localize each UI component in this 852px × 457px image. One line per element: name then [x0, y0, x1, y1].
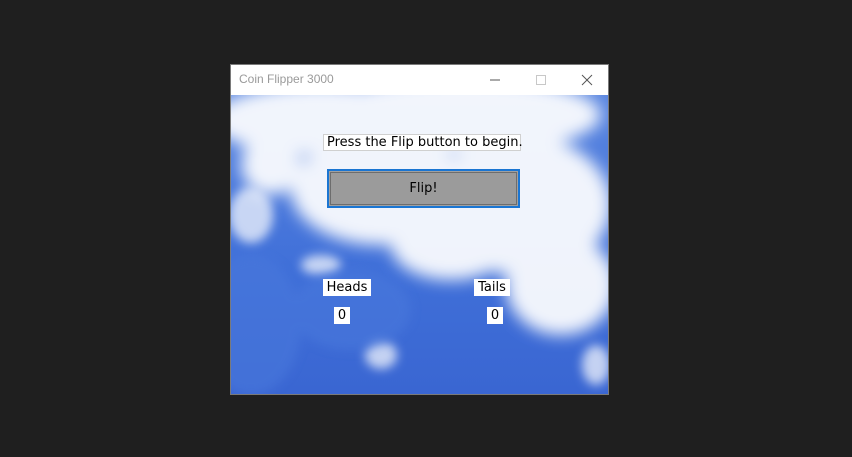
heads-label: Heads: [323, 279, 371, 296]
flip-button-label: Flip!: [330, 172, 517, 205]
heads-count: 0: [334, 307, 350, 324]
tails-label: Tails: [474, 279, 510, 296]
flip-button[interactable]: Flip!: [327, 169, 520, 208]
close-icon: [581, 74, 593, 86]
minimize-icon: [490, 79, 500, 81]
minimize-button[interactable]: [472, 65, 518, 95]
window-title: Coin Flipper 3000: [239, 72, 334, 86]
title-bar[interactable]: Coin Flipper 3000: [231, 65, 608, 95]
tails-count: 0: [487, 307, 503, 324]
maximize-icon: [536, 75, 546, 85]
status-text: Press the Flip button to begin.: [323, 134, 523, 151]
client-area: Press the Flip button to begin. Flip! He…: [231, 95, 608, 394]
close-button[interactable]: [564, 65, 610, 95]
maximize-button[interactable]: [518, 65, 564, 95]
app-window: Coin Flipper 3000 Press the Flip button …: [230, 64, 609, 395]
